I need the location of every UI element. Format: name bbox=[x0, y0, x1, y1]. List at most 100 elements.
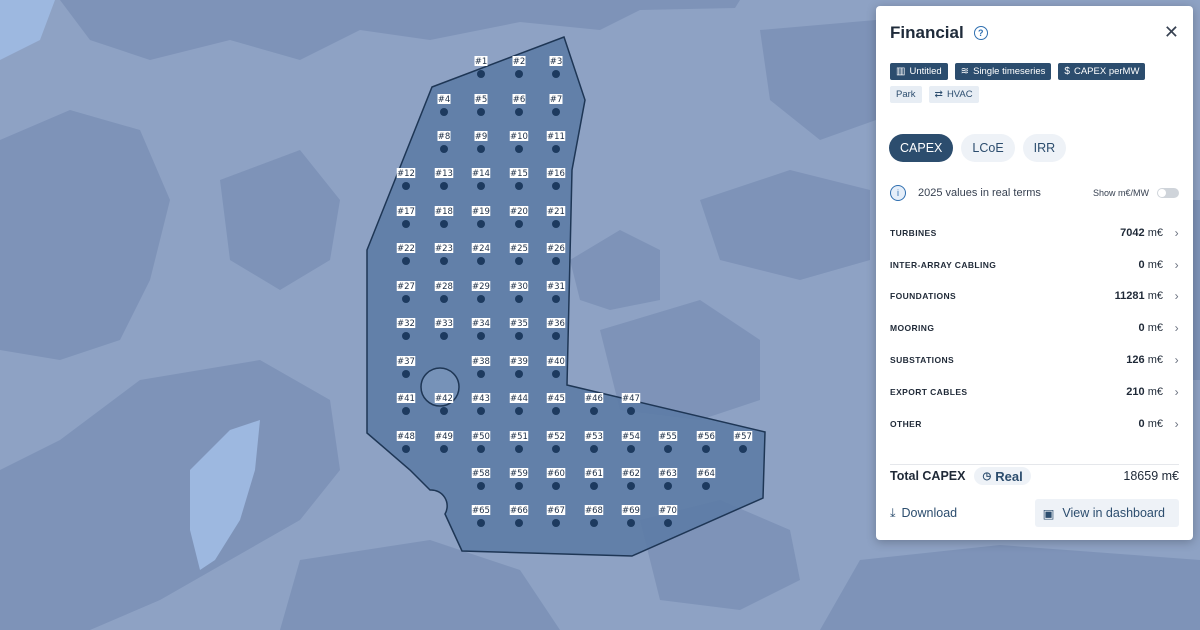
row-turbines[interactable]: TURBINES 7042 m€ › bbox=[890, 217, 1179, 249]
turbine-dot[interactable] bbox=[440, 332, 448, 340]
turbine-dot[interactable] bbox=[552, 295, 560, 303]
turbine-dot[interactable] bbox=[552, 332, 560, 340]
turbine-dot[interactable] bbox=[590, 519, 598, 527]
turbine-dot[interactable] bbox=[477, 407, 485, 415]
turbine-dot[interactable] bbox=[515, 220, 523, 228]
turbine-dot[interactable] bbox=[552, 482, 560, 490]
turbine-dot[interactable] bbox=[440, 407, 448, 415]
turbine-dot[interactable] bbox=[552, 407, 560, 415]
turbine-dot[interactable] bbox=[477, 70, 485, 78]
turbine-dot[interactable] bbox=[515, 108, 523, 116]
turbine-dot[interactable] bbox=[402, 332, 410, 340]
turbine-dot[interactable] bbox=[440, 182, 448, 190]
turbine-label: #64 bbox=[697, 469, 715, 479]
turbine-dot[interactable] bbox=[440, 108, 448, 116]
turbine-dot[interactable] bbox=[590, 445, 598, 453]
show-per-mw-toggle[interactable] bbox=[1157, 188, 1179, 198]
turbine-label: #4 bbox=[438, 95, 451, 105]
turbine-dot[interactable] bbox=[552, 370, 560, 378]
turbine-dot[interactable] bbox=[590, 407, 598, 415]
turbine-dot[interactable] bbox=[552, 108, 560, 116]
turbine-dot[interactable] bbox=[402, 257, 410, 265]
turbine-dot[interactable] bbox=[552, 145, 560, 153]
turbine-dot[interactable] bbox=[702, 445, 710, 453]
turbine-dot[interactable] bbox=[515, 519, 523, 527]
row-mooring[interactable]: MOORING 0 m€ › bbox=[890, 312, 1179, 344]
turbine-dot[interactable] bbox=[477, 220, 485, 228]
turbine-dot[interactable] bbox=[477, 295, 485, 303]
turbine-dot[interactable] bbox=[440, 445, 448, 453]
turbine-dot[interactable] bbox=[515, 295, 523, 303]
row-label: INTER-ARRAY CABLING bbox=[890, 259, 997, 270]
turbine-dot[interactable] bbox=[440, 257, 448, 265]
turbine-dot[interactable] bbox=[515, 332, 523, 340]
turbine-label: #32 bbox=[397, 319, 415, 329]
chip-capex-permw[interactable]: $ CAPEX perMW bbox=[1058, 63, 1146, 80]
tab-lcoe[interactable]: LCoE bbox=[961, 134, 1015, 162]
turbine-dot[interactable] bbox=[515, 407, 523, 415]
turbine-dot[interactable] bbox=[402, 295, 410, 303]
tab-irr[interactable]: IRR bbox=[1022, 134, 1067, 162]
real-badge[interactable]: ◷ Real bbox=[974, 467, 1031, 485]
turbine-dot[interactable] bbox=[552, 182, 560, 190]
chevron-right-icon: › bbox=[1174, 416, 1179, 431]
turbine-dot[interactable] bbox=[664, 519, 672, 527]
turbine-dot[interactable] bbox=[477, 370, 485, 378]
turbine-dot[interactable] bbox=[477, 257, 485, 265]
turbine-dot[interactable] bbox=[515, 182, 523, 190]
turbine-dot[interactable] bbox=[627, 519, 635, 527]
turbine-dot[interactable] bbox=[664, 445, 672, 453]
turbine-dot[interactable] bbox=[552, 519, 560, 527]
turbine-dot[interactable] bbox=[515, 70, 523, 78]
turbine-dot[interactable] bbox=[402, 370, 410, 378]
turbine-dot[interactable] bbox=[552, 445, 560, 453]
download-button[interactable]: ⤓ Download bbox=[890, 506, 957, 521]
capex-rows: TURBINES 7042 m€ › INTER-ARRAY CABLING 0… bbox=[890, 217, 1179, 440]
turbine-dot[interactable] bbox=[515, 370, 523, 378]
turbine-dot[interactable] bbox=[477, 108, 485, 116]
turbine-dot[interactable] bbox=[477, 482, 485, 490]
turbine-dot[interactable] bbox=[477, 332, 485, 340]
turbine-dot[interactable] bbox=[515, 145, 523, 153]
turbine-dot[interactable] bbox=[552, 70, 560, 78]
row-inter-array-cabling[interactable]: INTER-ARRAY CABLING 0 m€ › bbox=[890, 249, 1179, 281]
chip-hvac[interactable]: ⇄ HVAC bbox=[928, 86, 979, 103]
row-foundations[interactable]: FOUNDATIONS 11281 m€ › bbox=[890, 281, 1179, 313]
row-substations[interactable]: SUBSTATIONS 126 m€ › bbox=[890, 344, 1179, 376]
turbine-dot[interactable] bbox=[627, 482, 635, 490]
close-icon[interactable]: ✕ bbox=[1164, 22, 1179, 43]
chip-park[interactable]: Park bbox=[890, 86, 922, 103]
turbine-dot[interactable] bbox=[627, 407, 635, 415]
turbine-dot[interactable] bbox=[402, 182, 410, 190]
row-export-cables[interactable]: EXPORT CABLES 210 m€ › bbox=[890, 376, 1179, 408]
view-dashboard-button[interactable]: ▣ View in dashboard bbox=[1034, 499, 1179, 527]
row-other[interactable]: OTHER 0 m€ › bbox=[890, 408, 1179, 440]
turbine-dot[interactable] bbox=[477, 519, 485, 527]
turbine-dot[interactable] bbox=[440, 145, 448, 153]
turbine-dot[interactable] bbox=[552, 220, 560, 228]
turbine-dot[interactable] bbox=[552, 257, 560, 265]
help-icon[interactable]: ? bbox=[973, 26, 988, 40]
turbine-dot[interactable] bbox=[477, 182, 485, 190]
turbine-dot[interactable] bbox=[702, 482, 710, 490]
chip-untitled[interactable]: ▥ Untitled bbox=[890, 63, 948, 80]
turbine-dot[interactable] bbox=[590, 482, 598, 490]
chevron-right-icon: › bbox=[1174, 384, 1179, 399]
turbine-dot[interactable] bbox=[477, 445, 485, 453]
turbine-dot[interactable] bbox=[440, 220, 448, 228]
turbine-label: #7 bbox=[550, 95, 563, 105]
turbine-dot[interactable] bbox=[402, 445, 410, 453]
turbine-dot[interactable] bbox=[664, 482, 672, 490]
turbine-dot[interactable] bbox=[515, 482, 523, 490]
turbine-dot[interactable] bbox=[515, 445, 523, 453]
turbine-dot[interactable] bbox=[402, 407, 410, 415]
turbine-dot[interactable] bbox=[627, 445, 635, 453]
turbine-dot[interactable] bbox=[739, 445, 747, 453]
turbine-dot[interactable] bbox=[402, 220, 410, 228]
tab-capex[interactable]: CAPEX bbox=[889, 134, 954, 162]
turbine-dot[interactable] bbox=[440, 295, 448, 303]
chip-single-timeseries[interactable]: ≋ Single timeseries bbox=[954, 63, 1052, 80]
turbine-label: #12 bbox=[397, 169, 415, 179]
turbine-dot[interactable] bbox=[515, 257, 523, 265]
turbine-dot[interactable] bbox=[477, 145, 485, 153]
